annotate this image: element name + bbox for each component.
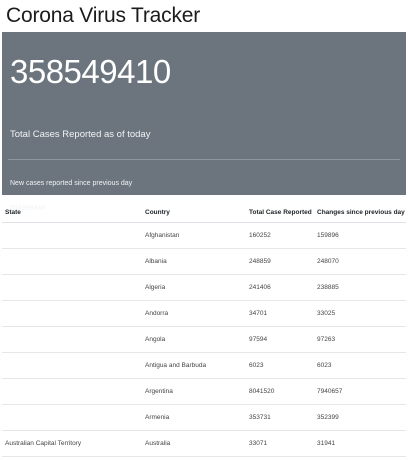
table-header: State Country Total Case Reported Change… [2, 203, 406, 223]
cell-total: 97594 [246, 326, 314, 353]
cell-change: 33025 [314, 300, 406, 327]
cell-change: 248070 [314, 248, 406, 275]
table-row: Albania 248859 248070 [2, 248, 406, 275]
cell-total: 248859 [246, 248, 314, 275]
cell-state [2, 378, 142, 405]
column-header-country: Country [142, 203, 246, 223]
cell-total: 34701 [246, 300, 314, 327]
table-row: Antigua and Barbuda 6023 6023 [2, 352, 406, 379]
cell-country: Albania [142, 248, 246, 275]
cell-state [2, 300, 142, 327]
summary-divider [8, 159, 400, 160]
table-row: Algeria 241406 238885 [2, 274, 406, 301]
cell-state [2, 222, 142, 249]
cell-state [2, 326, 142, 353]
cell-total: 241406 [246, 274, 314, 301]
cell-total: 160252 [246, 222, 314, 249]
summary-card: 358549410 Total Cases Reported as of tod… [2, 32, 406, 212]
cell-total: 6023 [246, 352, 314, 379]
cell-country: Afghanistan [142, 222, 246, 249]
cell-country: Australia [142, 430, 246, 457]
cell-country: Armenia [142, 404, 246, 431]
header-row: State Country Total Case Reported Change… [2, 203, 406, 223]
table-row: Australian Capital Territory Australia 3… [2, 430, 406, 457]
cell-state [2, 352, 142, 379]
cell-state [2, 274, 142, 301]
cell-change: 97263 [314, 326, 406, 353]
page-title: Corona Virus Tracker [6, 4, 201, 27]
cell-country: Angola [142, 326, 246, 353]
table-row: Armenia 353731 352399 [2, 404, 406, 431]
cell-country: Antigua and Barbuda [142, 352, 246, 379]
cases-table-container: State Country Total Case Reported Change… [2, 203, 406, 457]
cell-state [2, 404, 142, 431]
table-row: Argentina 8041520 7940657 [2, 378, 406, 405]
cell-country: Algeria [142, 274, 246, 301]
column-header-change: Changes since previous day [314, 203, 406, 223]
cell-total: 8041520 [246, 378, 314, 405]
cell-change: 31941 [314, 430, 406, 457]
cell-change: 352399 [314, 404, 406, 431]
column-header-total: Total Case Reported [246, 203, 314, 223]
table-row: Angola 97594 97263 [2, 326, 406, 353]
cell-total: 353731 [246, 404, 314, 431]
page: Corona Virus Tracker 358549410 Total Cas… [0, 0, 410, 460]
table-body: Afghanistan 160252 159896 Albania 248859… [2, 222, 406, 457]
cell-change: 6023 [314, 352, 406, 379]
total-cases-count: 358549410 [10, 53, 171, 90]
column-header-state: State [2, 203, 142, 223]
table-row: Afghanistan 160252 159896 [2, 222, 406, 249]
cell-country: Andorra [142, 300, 246, 327]
cell-change: 7940657 [314, 378, 406, 405]
cell-change: 159896 [314, 222, 406, 249]
total-cases-label: Total Cases Reported as of today [10, 129, 151, 140]
cell-total: 33071 [246, 430, 314, 457]
table-row: Andorra 34701 33025 [2, 300, 406, 327]
new-cases-label: New cases reported since previous day [10, 180, 133, 187]
cases-table: State Country Total Case Reported Change… [2, 203, 406, 457]
cell-country: Argentina [142, 378, 246, 405]
cell-state [2, 248, 142, 275]
cell-state: Australian Capital Territory [2, 430, 142, 457]
cell-change: 238885 [314, 274, 406, 301]
